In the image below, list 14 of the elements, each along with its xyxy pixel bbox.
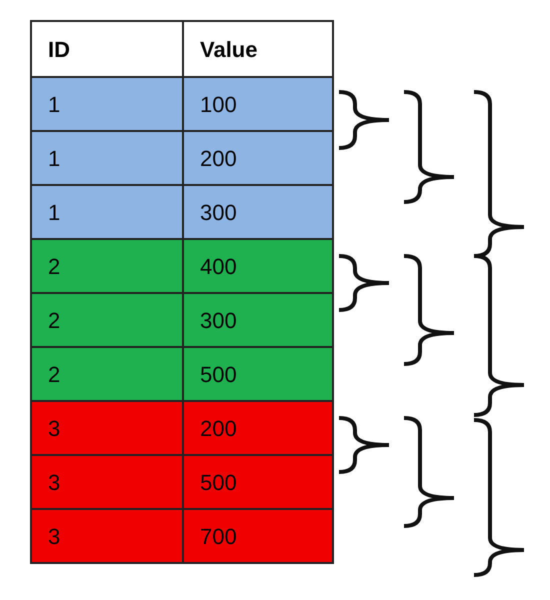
table-cell-text: 3 bbox=[47, 468, 62, 496]
curly-brace bbox=[338, 254, 391, 312]
curly-brace bbox=[338, 416, 391, 474]
table-cell-text: 1 bbox=[47, 198, 62, 226]
table-cell-text: 1 bbox=[47, 144, 62, 172]
table-cell-text: 2 bbox=[47, 252, 62, 280]
curly-brace bbox=[338, 90, 391, 150]
table-cell-text: 2 bbox=[47, 360, 62, 388]
table-cell-text: 3 bbox=[47, 522, 62, 550]
column-header: ID bbox=[47, 36, 71, 64]
table-cell-text: 2 bbox=[47, 306, 62, 334]
table-cell: 700 bbox=[182, 510, 332, 562]
table-cell-text: 3 bbox=[47, 414, 62, 442]
table-cell-text: 1 bbox=[47, 90, 62, 118]
